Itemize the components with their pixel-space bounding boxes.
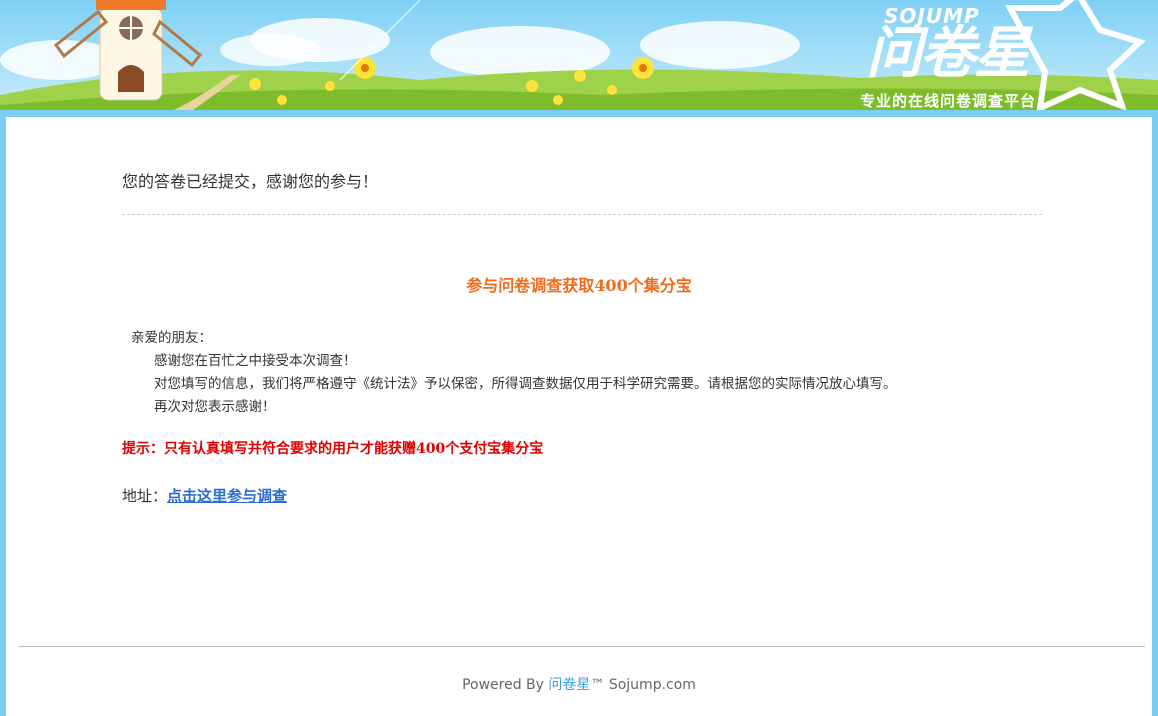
thanks-line: 感谢您在百忙之中接受本次调查！ <box>154 353 357 369</box>
logo-slogan: 专业的在线问卷调查平台 <box>860 92 1037 110</box>
survey-link[interactable]: 点击这里参与调查 <box>167 487 287 505</box>
address-label: 地址： <box>122 487 168 505</box>
greeting-text: 亲爱的朋友： <box>131 330 212 346</box>
footer-divider <box>18 646 1145 647</box>
footer-powered-by: Powered By <box>462 677 544 693</box>
address-row: 地址：点击这里参与调查 <box>122 485 287 506</box>
promo-title: 参与问卷调查获取400个集分宝 <box>466 276 692 295</box>
dashed-divider <box>122 214 1042 215</box>
footer-suffix: ™ Sojump.com <box>590 677 696 693</box>
header-banner: SOJUMP 问卷星 专业的在线问卷调查平台 <box>0 0 1158 112</box>
hint-text: 提示：只有认真填写并符合要求的用户才能获赠400个支付宝集分宝 <box>122 441 544 457</box>
footer: Powered By 问卷星™ Sojump.com <box>0 674 1158 694</box>
thanks-again-line: 再次对您表示感谢！ <box>154 399 276 415</box>
footer-brand-link[interactable]: 问卷星 <box>548 677 590 693</box>
privacy-line: 对您填写的信息，我们将严格遵守《统计法》予以保密，所得调查数据仅用于科学研究需要… <box>154 376 897 392</box>
logo-wenjuanxing: 问卷星 <box>866 21 1030 86</box>
submission-message: 您的答卷已经提交，感谢您的参与！ <box>122 172 379 191</box>
